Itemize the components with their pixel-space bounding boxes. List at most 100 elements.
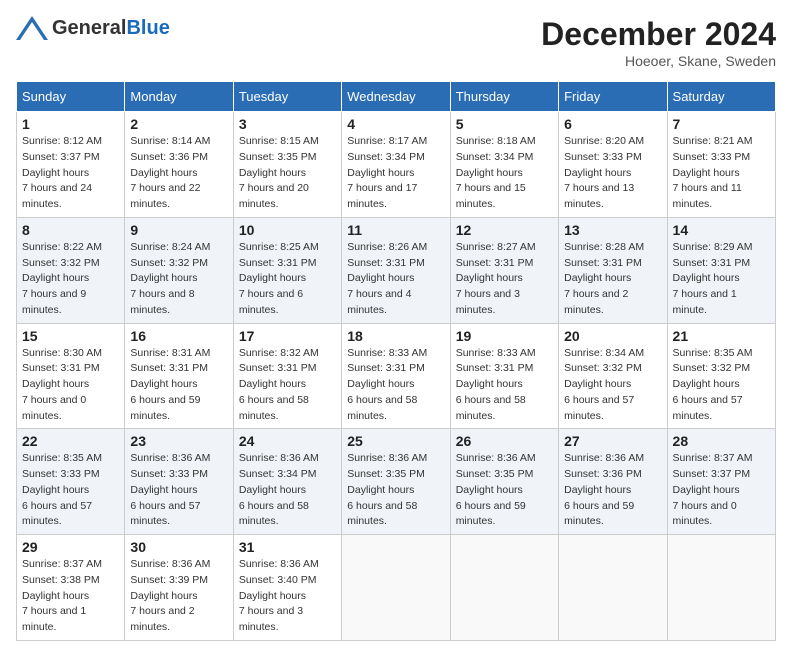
calendar-week-row: 1 Sunrise: 8:12 AM Sunset: 3:37 PM Dayli… — [17, 112, 776, 218]
sunset-label: Sunset: 3:32 PM — [130, 257, 208, 269]
page-header: GeneralBlue December 2024 Hoeoer, Skane,… — [16, 16, 776, 69]
sunset-label: Sunset: 3:36 PM — [564, 468, 642, 480]
day-info: Sunrise: 8:20 AM Sunset: 3:33 PM Dayligh… — [564, 134, 661, 213]
sunset-label: Sunset: 3:32 PM — [673, 362, 751, 374]
daylight-label: Daylight hours — [347, 378, 414, 390]
daylight-value: 7 hours and 8 minutes. — [130, 288, 194, 316]
day-number: 1 — [22, 116, 119, 132]
day-number: 21 — [673, 328, 770, 344]
day-info: Sunrise: 8:21 AM Sunset: 3:33 PM Dayligh… — [673, 134, 770, 213]
table-row: 3 Sunrise: 8:15 AM Sunset: 3:35 PM Dayli… — [233, 112, 341, 218]
day-info: Sunrise: 8:15 AM Sunset: 3:35 PM Dayligh… — [239, 134, 336, 213]
day-number: 17 — [239, 328, 336, 344]
table-row: 14 Sunrise: 8:29 AM Sunset: 3:31 PM Dayl… — [667, 217, 775, 323]
sunset-label: Sunset: 3:36 PM — [130, 151, 208, 163]
sunset-label: Sunset: 3:35 PM — [456, 468, 534, 480]
daylight-label: Daylight hours — [564, 272, 631, 284]
calendar-table: Sunday Monday Tuesday Wednesday Thursday… — [16, 81, 776, 641]
title-block: December 2024 Hoeoer, Skane, Sweden — [541, 16, 776, 69]
daylight-value: 7 hours and 15 minutes. — [456, 182, 526, 210]
day-number: 31 — [239, 539, 336, 555]
day-info: Sunrise: 8:18 AM Sunset: 3:34 PM Dayligh… — [456, 134, 553, 213]
daylight-label: Daylight hours — [673, 272, 740, 284]
day-number: 19 — [456, 328, 553, 344]
sunset-label: Sunset: 3:34 PM — [347, 151, 425, 163]
day-number: 7 — [673, 116, 770, 132]
day-info: Sunrise: 8:31 AM Sunset: 3:31 PM Dayligh… — [130, 346, 227, 425]
table-row: 31 Sunrise: 8:36 AM Sunset: 3:40 PM Dayl… — [233, 535, 341, 641]
sunrise-label: Sunrise: 8:31 AM — [130, 347, 210, 359]
table-row: 21 Sunrise: 8:35 AM Sunset: 3:32 PM Dayl… — [667, 323, 775, 429]
day-number: 15 — [22, 328, 119, 344]
sunrise-label: Sunrise: 8:32 AM — [239, 347, 319, 359]
day-number: 6 — [564, 116, 661, 132]
daylight-value: 7 hours and 1 minute. — [673, 288, 737, 316]
daylight-value: 6 hours and 58 minutes. — [347, 500, 417, 528]
daylight-value: 7 hours and 11 minutes. — [673, 182, 742, 210]
table-row — [559, 535, 667, 641]
day-info: Sunrise: 8:27 AM Sunset: 3:31 PM Dayligh… — [456, 240, 553, 319]
table-row: 5 Sunrise: 8:18 AM Sunset: 3:34 PM Dayli… — [450, 112, 558, 218]
daylight-label: Daylight hours — [130, 272, 197, 284]
sunset-label: Sunset: 3:32 PM — [564, 362, 642, 374]
sunrise-label: Sunrise: 8:36 AM — [130, 452, 210, 464]
daylight-value: 6 hours and 59 minutes. — [456, 500, 526, 528]
table-row — [342, 535, 450, 641]
daylight-label: Daylight hours — [564, 167, 631, 179]
sunrise-label: Sunrise: 8:22 AM — [22, 241, 102, 253]
header-wednesday: Wednesday — [342, 82, 450, 112]
logo-icon — [16, 16, 48, 40]
header-friday: Friday — [559, 82, 667, 112]
table-row: 27 Sunrise: 8:36 AM Sunset: 3:36 PM Dayl… — [559, 429, 667, 535]
daylight-label: Daylight hours — [456, 378, 523, 390]
daylight-value: 6 hours and 59 minutes. — [564, 500, 634, 528]
calendar-week-row: 15 Sunrise: 8:30 AM Sunset: 3:31 PM Dayl… — [17, 323, 776, 429]
day-number: 22 — [22, 433, 119, 449]
daylight-label: Daylight hours — [22, 484, 89, 496]
table-row: 20 Sunrise: 8:34 AM Sunset: 3:32 PM Dayl… — [559, 323, 667, 429]
daylight-value: 7 hours and 9 minutes. — [22, 288, 86, 316]
sunset-label: Sunset: 3:31 PM — [564, 257, 642, 269]
day-info: Sunrise: 8:22 AM Sunset: 3:32 PM Dayligh… — [22, 240, 119, 319]
daylight-value: 7 hours and 1 minute. — [22, 605, 86, 633]
day-info: Sunrise: 8:28 AM Sunset: 3:31 PM Dayligh… — [564, 240, 661, 319]
table-row — [667, 535, 775, 641]
daylight-value: 6 hours and 59 minutes. — [130, 394, 200, 422]
table-row: 1 Sunrise: 8:12 AM Sunset: 3:37 PM Dayli… — [17, 112, 125, 218]
sunrise-label: Sunrise: 8:37 AM — [22, 558, 102, 570]
sunset-label: Sunset: 3:37 PM — [673, 468, 751, 480]
sunrise-label: Sunrise: 8:17 AM — [347, 135, 427, 147]
sunrise-label: Sunrise: 8:24 AM — [130, 241, 210, 253]
day-info: Sunrise: 8:36 AM Sunset: 3:33 PM Dayligh… — [130, 451, 227, 530]
day-number: 12 — [456, 222, 553, 238]
sunset-label: Sunset: 3:40 PM — [239, 574, 317, 586]
day-number: 18 — [347, 328, 444, 344]
table-row: 10 Sunrise: 8:25 AM Sunset: 3:31 PM Dayl… — [233, 217, 341, 323]
sunrise-label: Sunrise: 8:36 AM — [130, 558, 210, 570]
sunset-label: Sunset: 3:31 PM — [456, 257, 534, 269]
day-number: 8 — [22, 222, 119, 238]
day-info: Sunrise: 8:34 AM Sunset: 3:32 PM Dayligh… — [564, 346, 661, 425]
daylight-label: Daylight hours — [564, 378, 631, 390]
sunrise-label: Sunrise: 8:18 AM — [456, 135, 536, 147]
sunrise-label: Sunrise: 8:29 AM — [673, 241, 753, 253]
header-thursday: Thursday — [450, 82, 558, 112]
day-info: Sunrise: 8:33 AM Sunset: 3:31 PM Dayligh… — [456, 346, 553, 425]
daylight-label: Daylight hours — [239, 272, 306, 284]
table-row: 24 Sunrise: 8:36 AM Sunset: 3:34 PM Dayl… — [233, 429, 341, 535]
day-number: 24 — [239, 433, 336, 449]
sunset-label: Sunset: 3:31 PM — [22, 362, 100, 374]
sunset-label: Sunset: 3:31 PM — [239, 362, 317, 374]
daylight-label: Daylight hours — [347, 167, 414, 179]
day-info: Sunrise: 8:33 AM Sunset: 3:31 PM Dayligh… — [347, 346, 444, 425]
header-sunday: Sunday — [17, 82, 125, 112]
daylight-label: Daylight hours — [130, 378, 197, 390]
daylight-label: Daylight hours — [673, 484, 740, 496]
daylight-label: Daylight hours — [239, 590, 306, 602]
table-row: 17 Sunrise: 8:32 AM Sunset: 3:31 PM Dayl… — [233, 323, 341, 429]
calendar-week-row: 22 Sunrise: 8:35 AM Sunset: 3:33 PM Dayl… — [17, 429, 776, 535]
day-number: 27 — [564, 433, 661, 449]
day-info: Sunrise: 8:36 AM Sunset: 3:35 PM Dayligh… — [456, 451, 553, 530]
day-info: Sunrise: 8:37 AM Sunset: 3:37 PM Dayligh… — [673, 451, 770, 530]
daylight-label: Daylight hours — [130, 167, 197, 179]
